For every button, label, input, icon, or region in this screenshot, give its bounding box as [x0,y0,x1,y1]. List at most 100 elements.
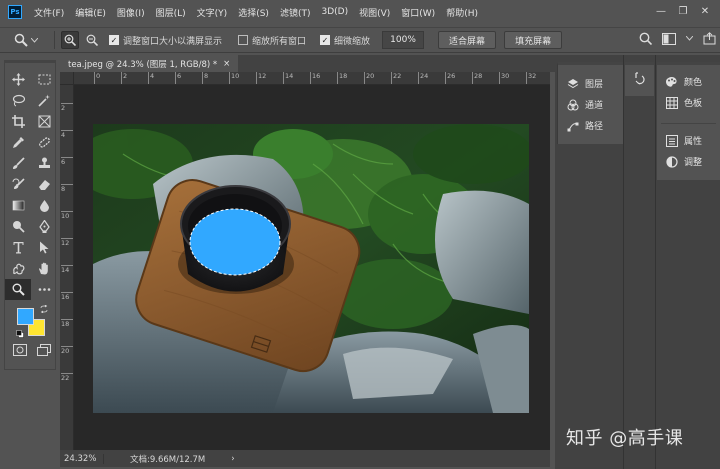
clone-stamp-tool[interactable] [31,153,57,174]
horizontal-ruler[interactable]: 0 2 4 6 8 10 12 14 16 18 20 22 24 26 28 30 32 [74,72,550,85]
brush-tool[interactable] [5,153,31,174]
menu-image[interactable]: 图像(I) [117,6,145,19]
eraser-tool[interactable] [31,174,57,195]
blur-tool[interactable] [31,195,57,216]
vertical-ruler[interactable]: 2 4 6 8 10 12 14 16 18 20 22 [60,85,74,450]
ruler-tick-label: 18 [337,72,347,84]
panel-group-color: 颜色 色板 属性 调整 [657,62,720,180]
edit-toolbar-button[interactable] [31,279,57,300]
status-document-size: 文档:9.66M/12.7M [130,454,206,465]
panel-tab-channels[interactable]: 通道 [558,94,623,115]
status-menu-arrow-icon[interactable]: › [231,454,234,464]
close-tab-icon[interactable]: × [223,59,230,69]
fit-screen-button[interactable]: 适合屏幕 [438,31,497,49]
stamp-icon [38,157,50,168]
zoom-tool-icon [14,33,28,47]
quick-mask-icon[interactable] [13,344,27,356]
ruler-tick-label: 10 [61,211,73,220]
panel-label: 调整 [684,158,703,168]
scrubby-zoom-checkbox[interactable]: ✓ 细微缩放 [320,34,370,47]
menu-filter[interactable]: 滤镜(T) [280,6,311,19]
adjustments-icon [665,155,678,168]
menu-edit[interactable]: 编辑(E) [75,6,106,19]
chevron-down-icon[interactable] [686,36,693,41]
screen-mode-icon[interactable] [37,344,51,356]
frame-icon [38,115,50,128]
ruler-tick-label: 12 [256,72,266,84]
move-icon [11,73,25,86]
workspace-icon[interactable] [662,32,676,45]
search-icon[interactable] [639,32,652,45]
dock-divider [655,55,656,469]
hand-icon [38,262,48,275]
restore-button[interactable]: ❐ [674,4,692,19]
tool-preset-picker[interactable] [14,29,48,51]
zoom-all-windows-checkbox[interactable]: 缩放所有窗口 [238,34,306,47]
panel-tab-history[interactable] [625,71,654,85]
history-brush-icon [12,178,25,189]
dodge-tool[interactable] [5,216,31,237]
ruler-tick-label: 16 [310,72,320,84]
document-tab[interactable]: tea.jpeg @ 24.3% (图层 1, RGB/8) * × [60,55,239,72]
panel-tab-swatches[interactable]: 色板 [657,92,720,113]
swap-colors-icon[interactable] [40,305,48,313]
menu-file[interactable]: 文件(F) [34,6,64,19]
hand-tool[interactable] [31,258,57,279]
gradient-tool[interactable] [5,195,31,216]
history-brush-tool[interactable] [5,174,31,195]
zoom-in-icon [64,34,76,46]
ruler-tick-label: 32 [526,72,536,84]
magic-wand-tool[interactable] [31,90,57,111]
menu-layer[interactable]: 图层(L) [156,6,186,19]
eyedropper-tool[interactable] [5,132,31,153]
foreground-color-swatch[interactable] [17,308,34,325]
menu-view[interactable]: 视图(V) [359,6,390,19]
panel-tab-adjustments[interactable]: 调整 [657,151,720,172]
more-dots-icon [38,288,50,291]
path-selection-icon [39,241,48,254]
frame-tool[interactable] [31,111,57,132]
ruler-origin[interactable] [60,72,74,85]
eyedropper-icon [12,137,24,148]
zoom-in-button[interactable] [61,31,79,49]
path-selection-tool[interactable] [31,237,57,258]
menu-window[interactable]: 窗口(W) [401,6,435,19]
move-tool[interactable] [5,69,31,90]
pen-tool[interactable] [31,216,57,237]
menu-select[interactable]: 选择(S) [238,6,269,19]
menu-3d[interactable]: 3D(D) [321,7,348,17]
zoom-percent-field[interactable]: 100% [382,31,425,49]
status-bar: 24.32% 文档:9.66M/12.7M › [60,450,550,467]
lasso-tool[interactable] [5,90,31,111]
checkmark-icon: ✓ [109,35,119,45]
type-tool[interactable] [5,237,31,258]
share-icon[interactable] [703,32,716,45]
panel-label: 路径 [585,122,604,132]
panel-tab-properties[interactable]: 属性 [657,130,720,151]
fill-screen-button[interactable]: 填充屏幕 [504,31,563,49]
color-icon [665,75,678,88]
status-zoom-level[interactable]: 24.32% [60,453,104,464]
crop-tool[interactable] [5,111,31,132]
color-swatches [5,304,55,342]
menu-help[interactable]: 帮助(H) [446,6,478,19]
zoom-tool[interactable] [5,279,31,300]
panel-tab-layers[interactable]: 图层 [558,73,623,94]
minimize-button[interactable]: — [652,4,670,19]
close-button[interactable]: ✕ [696,4,714,19]
document-image[interactable] [93,124,529,413]
panel-tab-color[interactable]: 颜色 [657,71,720,92]
panel-label: 色板 [684,99,703,109]
tea-photo [93,124,529,413]
spot-healing-tool[interactable] [31,132,57,153]
zoom-out-button[interactable] [83,31,101,49]
ruler-tick-label: 6 [61,157,73,166]
options-bar: ✓ 调整窗口大小以满屏显示 缩放所有窗口 ✓ 细微缩放 100% 适合屏幕 填充… [0,27,720,53]
marquee-tool[interactable] [31,69,57,90]
history-icon [634,72,645,85]
menu-type[interactable]: 文字(Y) [197,6,228,19]
resize-windows-checkbox[interactable]: ✓ 调整窗口大小以满屏显示 [109,34,222,47]
shape-tool[interactable] [5,258,31,279]
panel-tab-paths[interactable]: 路径 [558,115,623,136]
default-colors-icon[interactable] [16,330,24,338]
